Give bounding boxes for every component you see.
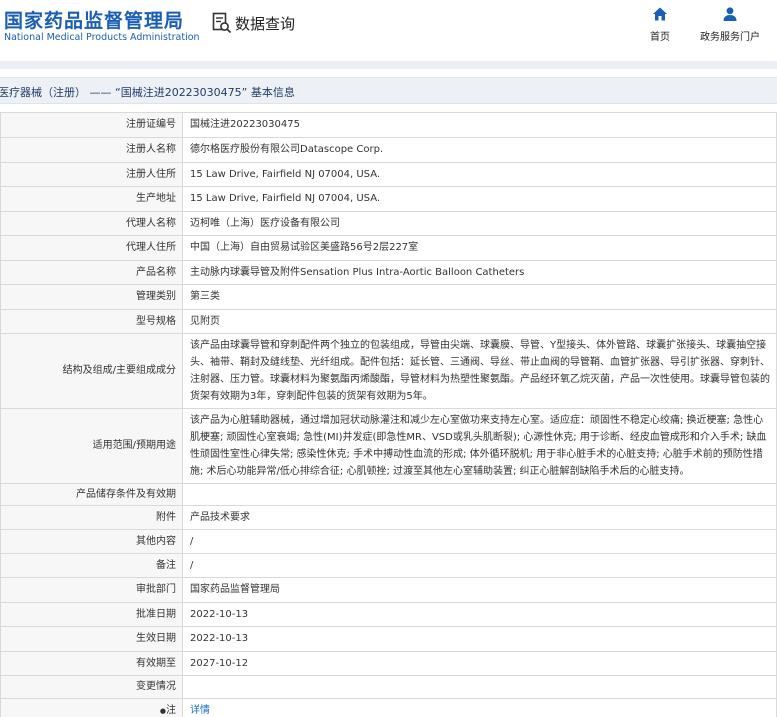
field-label: 产品名称: [0, 260, 183, 285]
data-query-link[interactable]: 数据查询: [212, 12, 295, 34]
details-link[interactable]: 详情: [190, 705, 210, 716]
table-row: 其他内容 /: [0, 529, 777, 554]
field-label: 结构及组成/主要组成成分: [0, 333, 183, 409]
field-value: [182, 675, 777, 699]
field-value: 15 Law Drive, Fairfield NJ 07004, USA.: [182, 162, 777, 187]
user-icon: [723, 7, 737, 21]
table-row: 注册证编号 国械注进20223030475: [0, 112, 777, 138]
field-label: 有效期至: [0, 651, 183, 676]
site-logo-en: National Medical Products Administration: [4, 32, 200, 43]
field-label: 批准日期: [0, 602, 183, 627]
document-search-icon: [212, 12, 232, 34]
table-row: 批准日期 2022-10-13: [0, 602, 777, 627]
field-label: 变更情况: [0, 675, 183, 699]
field-label: 注册人住所: [0, 162, 183, 187]
field-value: 15 Law Drive, Fairfield NJ 07004, USA.: [182, 186, 777, 212]
site-header: 国家药品监督管理局 National Medical Products Admi…: [0, 0, 777, 60]
table-row: 产品名称 主动脉内球囊导管及附件Sensation Plus Intra-Aor…: [0, 260, 777, 285]
field-label: 注册证编号: [0, 112, 183, 138]
field-label: 备注: [0, 553, 183, 578]
field-value: 国械注进20223030475: [182, 112, 777, 138]
table-row: 备注 /: [0, 553, 777, 578]
field-label: 其他内容: [0, 529, 183, 554]
field-value: 中国（上海）自由贸易试验区美盛路56号2层227室: [182, 235, 777, 261]
field-label: ●注: [0, 698, 183, 717]
field-value: 德尔格医疗股份有限公司Datascope Corp.: [182, 137, 777, 163]
data-query-label: 数据查询: [235, 14, 296, 33]
table-row: 型号规格 见附页: [0, 309, 777, 334]
field-label: 附件: [0, 505, 183, 530]
table-row: 结构及组成/主要组成成分 该产品由球囊导管和穿刺配件两个独立的包装组成，导管由尖…: [0, 333, 777, 409]
field-value: 2027-10-12: [182, 651, 777, 676]
field-label: 管理类别: [0, 284, 183, 310]
field-value: /: [182, 529, 777, 554]
field-value: 详情: [182, 698, 777, 717]
field-label: 代理人名称: [0, 211, 183, 236]
home-icon: [653, 7, 667, 21]
nav-home-label: 首页: [650, 32, 670, 43]
field-label: 代理人住所: [0, 235, 183, 261]
field-value: 迈柯唯（上海）医疗设备有限公司: [182, 211, 777, 236]
table-row: 变更情况: [0, 675, 777, 699]
header-divider: [0, 61, 777, 69]
table-row: 代理人名称 迈柯唯（上海）医疗设备有限公司: [0, 211, 777, 236]
field-value: 见附页: [182, 309, 777, 334]
site-logo-cn[interactable]: 国家药品监督管理局: [4, 6, 184, 33]
table-row: 适用范围/预期用途 该产品为心脏辅助器械，通过增加冠状动脉灌注和减少左心室做功来…: [0, 408, 777, 484]
field-value: [182, 483, 777, 506]
field-label: 生效日期: [0, 626, 183, 652]
field-value: 第三类: [182, 284, 777, 310]
field-label: 生产地址: [0, 186, 183, 212]
field-value: 产品技术要求: [182, 505, 777, 530]
table-row: 附件 产品技术要求: [0, 505, 777, 530]
note-label: 注: [166, 704, 176, 716]
field-value: 2022-10-13: [182, 626, 777, 652]
device-info-table: 注册证编号 国械注进20223030475 注册人名称 德尔格医疗股份有限公司D…: [0, 112, 777, 717]
table-row: 生效日期 2022-10-13: [0, 626, 777, 652]
table-row: 注册人名称 德尔格医疗股份有限公司Datascope Corp.: [0, 137, 777, 163]
table-row: 管理类别 第三类: [0, 284, 777, 310]
table-row: 生产地址 15 Law Drive, Fairfield NJ 07004, U…: [0, 186, 777, 212]
field-value: 2022-10-13: [182, 602, 777, 627]
field-value: /: [182, 553, 777, 578]
breadcrumb: 医疗器械（注册） —— “国械注进20223030475” 基本信息: [0, 86, 295, 99]
nav-home[interactable]: 首页: [630, 6, 690, 43]
field-label: 审批部门: [0, 577, 183, 603]
table-row: 代理人住所 中国（上海）自由贸易试验区美盛路56号2层227室: [0, 235, 777, 261]
nav-service-portal[interactable]: 政务服务门户: [700, 6, 760, 43]
field-value: 主动脉内球囊导管及附件Sensation Plus Intra-Aortic B…: [182, 260, 777, 285]
field-label: 注册人名称: [0, 137, 183, 163]
table-row: 产品储存条件及有效期: [0, 483, 777, 506]
nav-service-portal-label: 政务服务门户: [700, 32, 760, 43]
field-label: 型号规格: [0, 309, 183, 334]
breadcrumb-bar: 医疗器械（注册） —— “国械注进20223030475” 基本信息: [0, 77, 777, 104]
field-label: 适用范围/预期用途: [0, 408, 183, 484]
field-value: 国家药品监督管理局: [182, 577, 777, 603]
table-row: ●注 详情: [0, 698, 777, 717]
table-row: 审批部门 国家药品监督管理局: [0, 577, 777, 603]
table-row: 有效期至 2027-10-12: [0, 651, 777, 676]
field-value: 该产品为心脏辅助器械，通过增加冠状动脉灌注和减少左心室做功来支持左心室。适应症：…: [182, 408, 777, 484]
field-value: 该产品由球囊导管和穿刺配件两个独立的包装组成，导管由尖端、球囊膜、导管、Y型接头…: [182, 333, 777, 409]
table-row: 注册人住所 15 Law Drive, Fairfield NJ 07004, …: [0, 162, 777, 187]
field-label: 产品储存条件及有效期: [0, 483, 183, 506]
